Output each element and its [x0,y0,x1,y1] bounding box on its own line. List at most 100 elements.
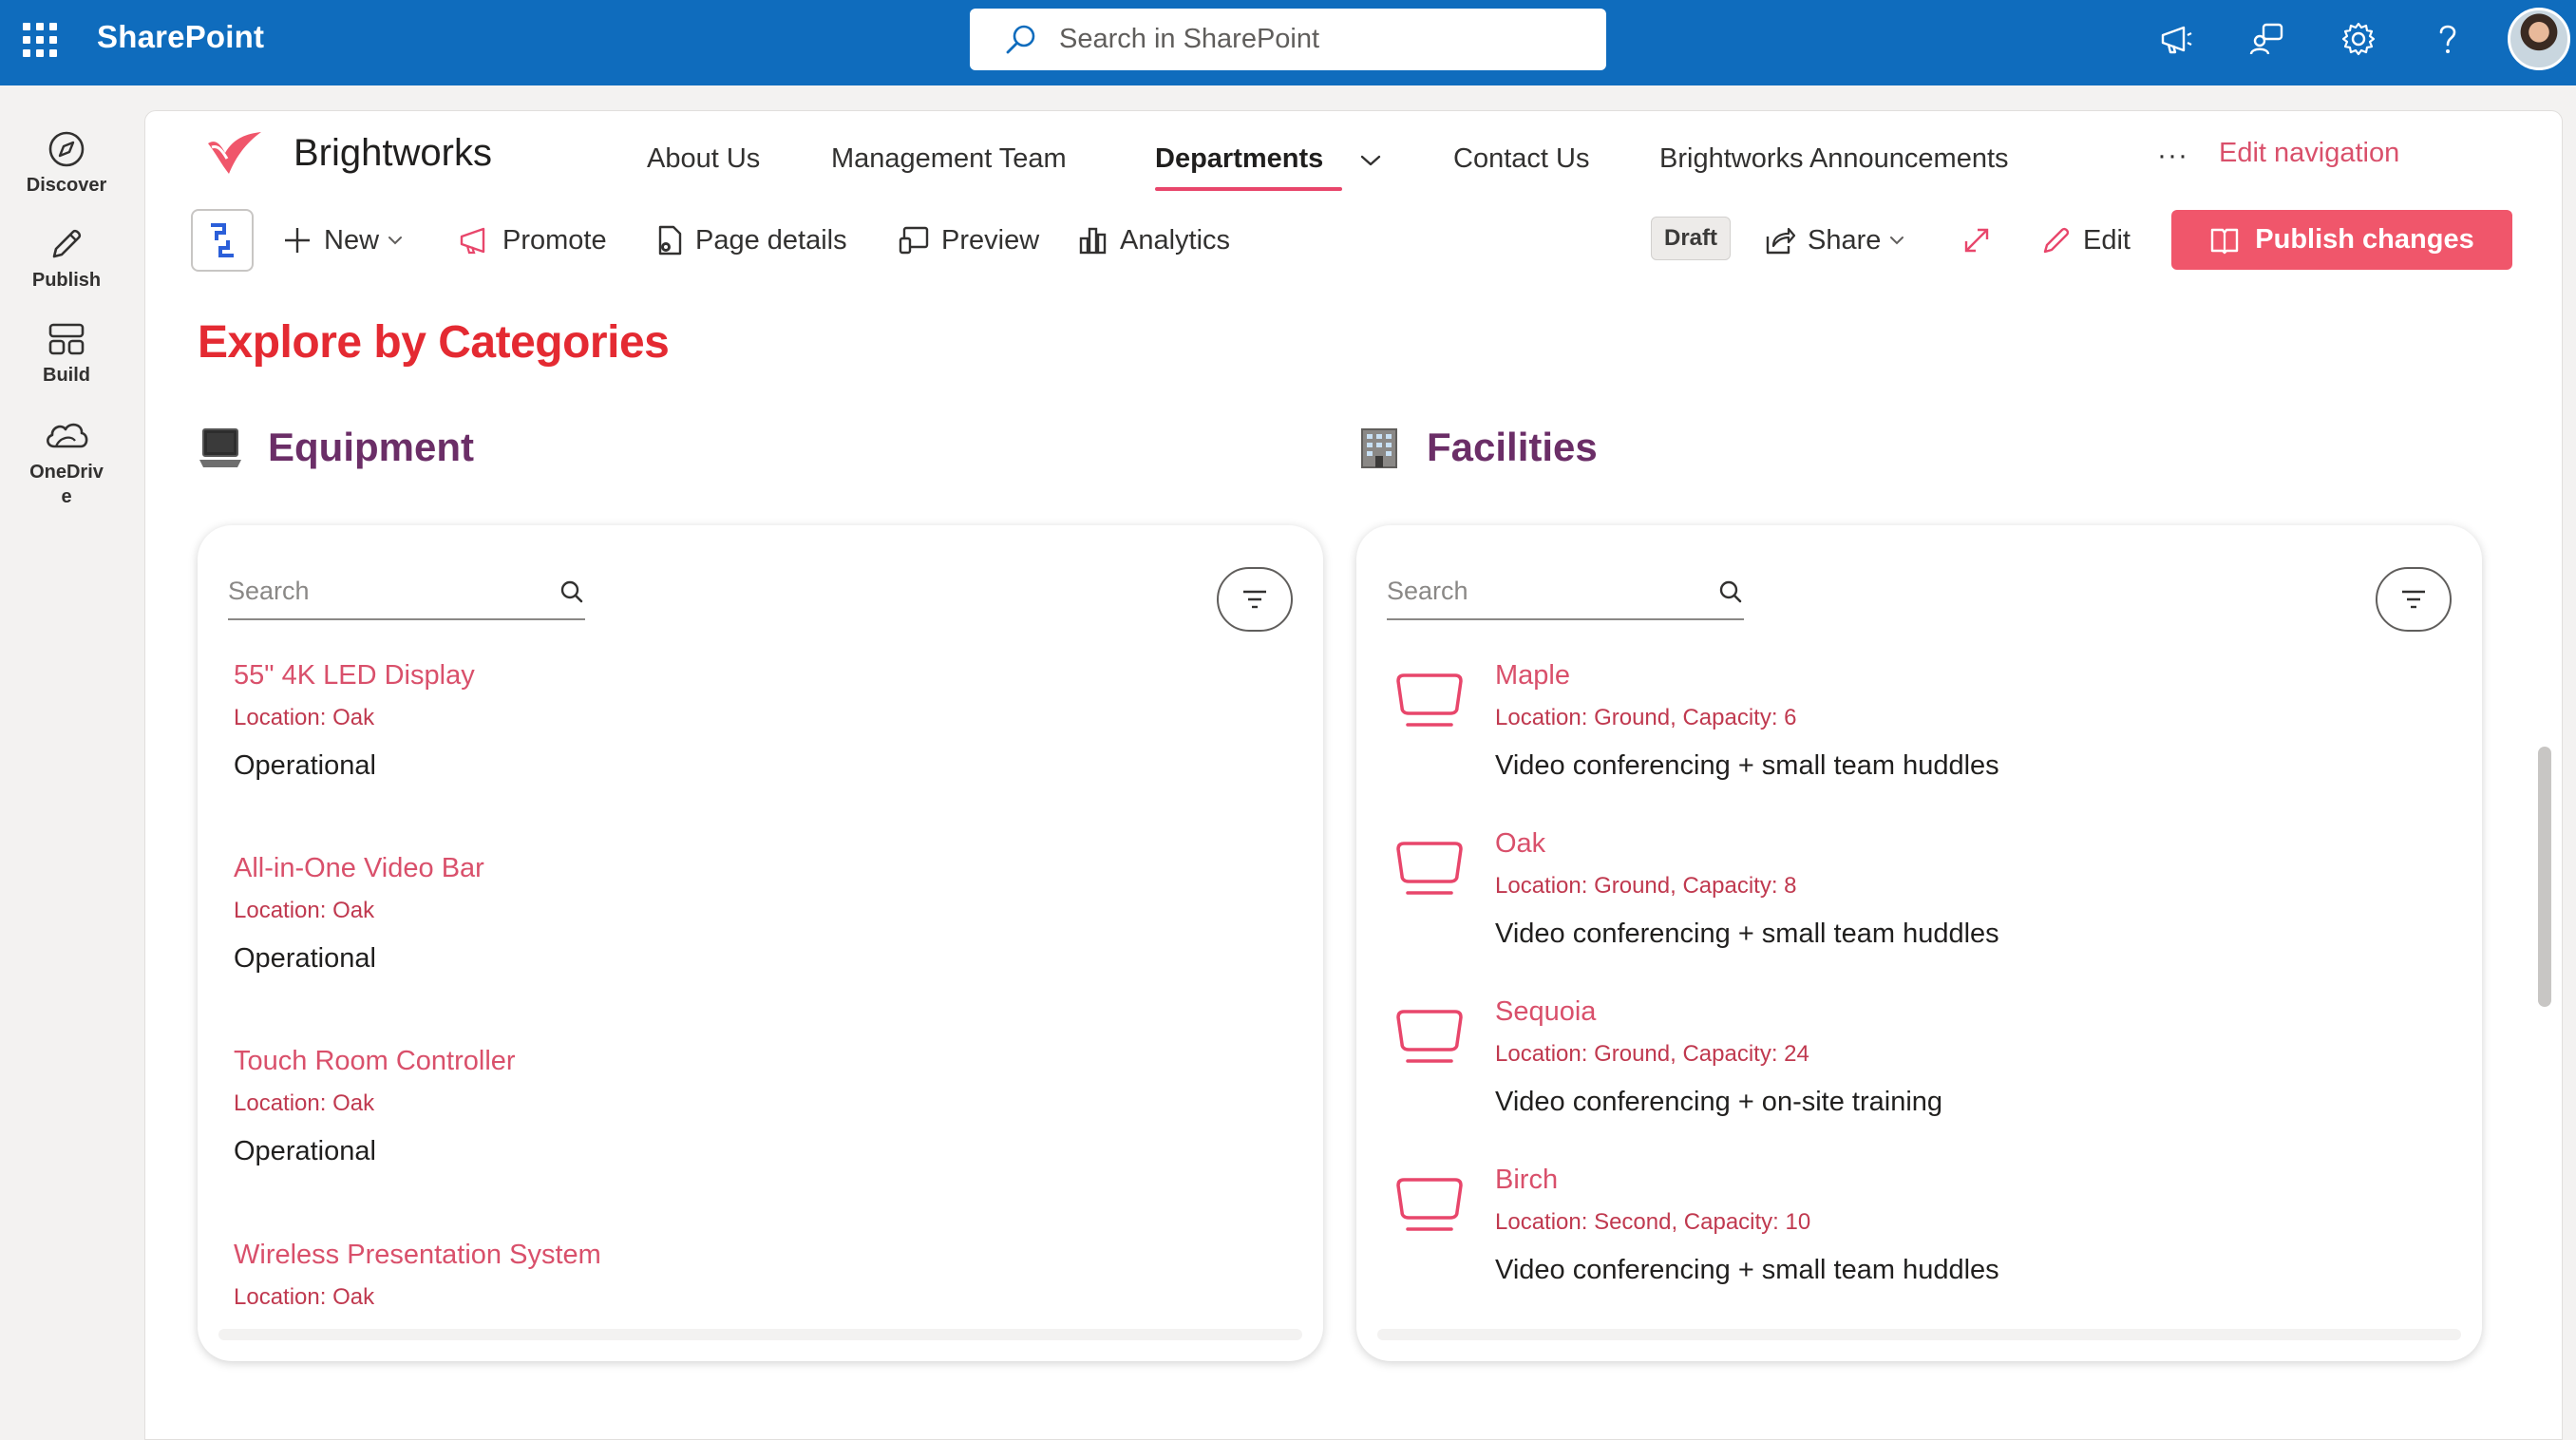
card-scroll-track [218,1329,1302,1340]
expand-icon [1964,228,1989,253]
page-settings-icon [658,225,682,256]
publish-label: Publish changes [2255,224,2474,255]
edit-button[interactable]: Edit [2041,212,2131,269]
promote-label: Promote [502,224,607,256]
equipment-item[interactable]: Wireless Presentation System Location: O… [234,1240,601,1311]
facilities-search-input[interactable]: Search [1387,569,1744,620]
user-avatar[interactable] [2508,8,2570,70]
more-nav-button[interactable]: ··· [2157,140,2188,172]
nav-departments[interactable]: Departments [1155,143,1323,175]
rail-item-publish[interactable]: Publish [0,224,133,292]
laptop-icon [199,428,241,467]
bar-chart-icon [1079,227,1107,255]
item-location: Location: Ground, Capacity: 24 [1495,1041,1809,1067]
item-description: Video conferencing + small team huddles [1495,750,1999,781]
room-display-icon [1396,1010,1463,1063]
facilities-filter-button[interactable] [2376,567,2452,632]
chevron-down-icon [388,237,403,245]
share-icon [1766,227,1796,255]
promote-button[interactable]: Promote [459,212,607,269]
page-details-button[interactable]: Page details [655,212,847,269]
app-name[interactable]: SharePoint [97,19,264,55]
nav-active-indicator [1155,187,1342,191]
edit-navigation-link[interactable]: Edit navigation [2219,138,2399,169]
search-placeholder: Search [1387,577,1468,605]
item-title[interactable]: All-in-One Video Bar [234,853,484,884]
pencil-icon [2043,227,2070,254]
equipment-item[interactable]: 55" 4K LED Display Location: Oak Operati… [234,660,475,782]
page-scrollbar[interactable] [2538,747,2551,1007]
facilities-card: Search Maple Location: Ground, Capacity:… [1356,525,2482,1361]
equipment-card: Search 55" 4K LED Display Location: Oak … [198,525,1323,1361]
compass-icon [48,131,85,167]
item-title[interactable]: Oak [1495,828,1999,860]
nav-brightworks-announcements[interactable]: Brightworks Announcements [1659,143,2009,175]
share-label: Share [1808,224,1882,256]
equipment-header: Equipment [198,425,474,470]
item-title[interactable]: Birch [1495,1165,1999,1196]
book-open-icon [2211,228,2239,254]
search-icon [1006,25,1035,53]
chevron-down-icon[interactable] [1359,153,1382,168]
preview-button[interactable]: Preview [898,212,1039,269]
plus-icon [285,228,310,253]
item-status: Operational [234,750,376,781]
item-title[interactable]: 55" 4K LED Display [234,660,475,692]
item-title[interactable]: Touch Room Controller [234,1046,516,1077]
gear-icon[interactable] [2339,19,2378,59]
app-launcher-icon[interactable] [17,17,57,57]
global-search-input[interactable]: Search in SharePoint [970,9,1606,70]
new-label: New [324,224,380,256]
brightworks-logo[interactable] [204,130,265,178]
search-placeholder: Search in SharePoint [1059,24,1320,54]
facilities-header: Facilities [1356,425,1598,470]
item-location: Location: Oak [234,1284,375,1310]
rail-item-build[interactable]: Build [0,319,133,387]
nav-contact-us[interactable]: Contact Us [1453,143,1589,175]
equipment-search-input[interactable]: Search [228,569,585,620]
megaphone-icon[interactable] [2156,19,2196,59]
item-location: Location: Second, Capacity: 10 [1495,1209,1811,1235]
page-heading: Explore by Categories [198,317,670,368]
item-status: Operational [234,1136,376,1166]
layout-icon [48,323,85,355]
publish-changes-button[interactable]: Publish changes [2171,210,2512,270]
item-location: Location: Oak [234,898,375,923]
equipment-item[interactable]: All-in-One Video Bar Location: Oak Opera… [234,853,484,975]
rail-label: Discover [26,175,107,196]
filter-icon [1243,590,1266,609]
item-description: Video conferencing + small team huddles [1495,919,1999,949]
feedback-icon[interactable] [2247,19,2287,59]
equipment-item[interactable]: Touch Room Controller Location: Oak Oper… [234,1046,516,1167]
search-placeholder: Search [228,577,310,605]
room-display-icon [1396,1178,1463,1231]
card-scroll-track [1377,1329,2461,1340]
rail-item-onedrive[interactable]: OneDriv e [0,414,133,509]
nav-management-team[interactable]: Management Team [831,143,1067,175]
preview-icon [899,226,929,255]
nav-about-us[interactable]: About Us [647,143,760,175]
item-title[interactable]: Wireless Presentation System [234,1240,601,1271]
pen-icon [52,229,82,258]
room-display-icon [1396,842,1463,895]
rail-item-discover[interactable]: Discover [0,129,133,197]
item-description: Video conferencing + small team huddles [1495,1255,1999,1285]
new-button[interactable]: New [282,212,404,269]
filter-icon [2402,590,2425,609]
item-location: Location: Ground, Capacity: 6 [1495,705,1797,730]
expand-button[interactable] [1961,212,2003,269]
cloud-icon [47,423,88,448]
equipment-filter-button[interactable] [1217,567,1293,632]
item-title[interactable]: Sequoia [1495,996,1942,1028]
facilities-label: Facilities [1427,425,1598,469]
megaphone-icon [460,227,485,255]
app-tile-icon[interactable] [191,209,254,272]
item-status: Operational [234,943,376,974]
item-title[interactable]: Maple [1495,660,1999,692]
share-button[interactable]: Share [1764,212,1905,269]
help-icon[interactable] [2428,19,2468,59]
analytics-button[interactable]: Analytics [1078,212,1230,269]
rail-label: Publish [31,270,102,291]
left-rail: Discover Publish Build OneDriv e [0,85,133,1429]
site-title[interactable]: Brightworks [294,132,492,175]
